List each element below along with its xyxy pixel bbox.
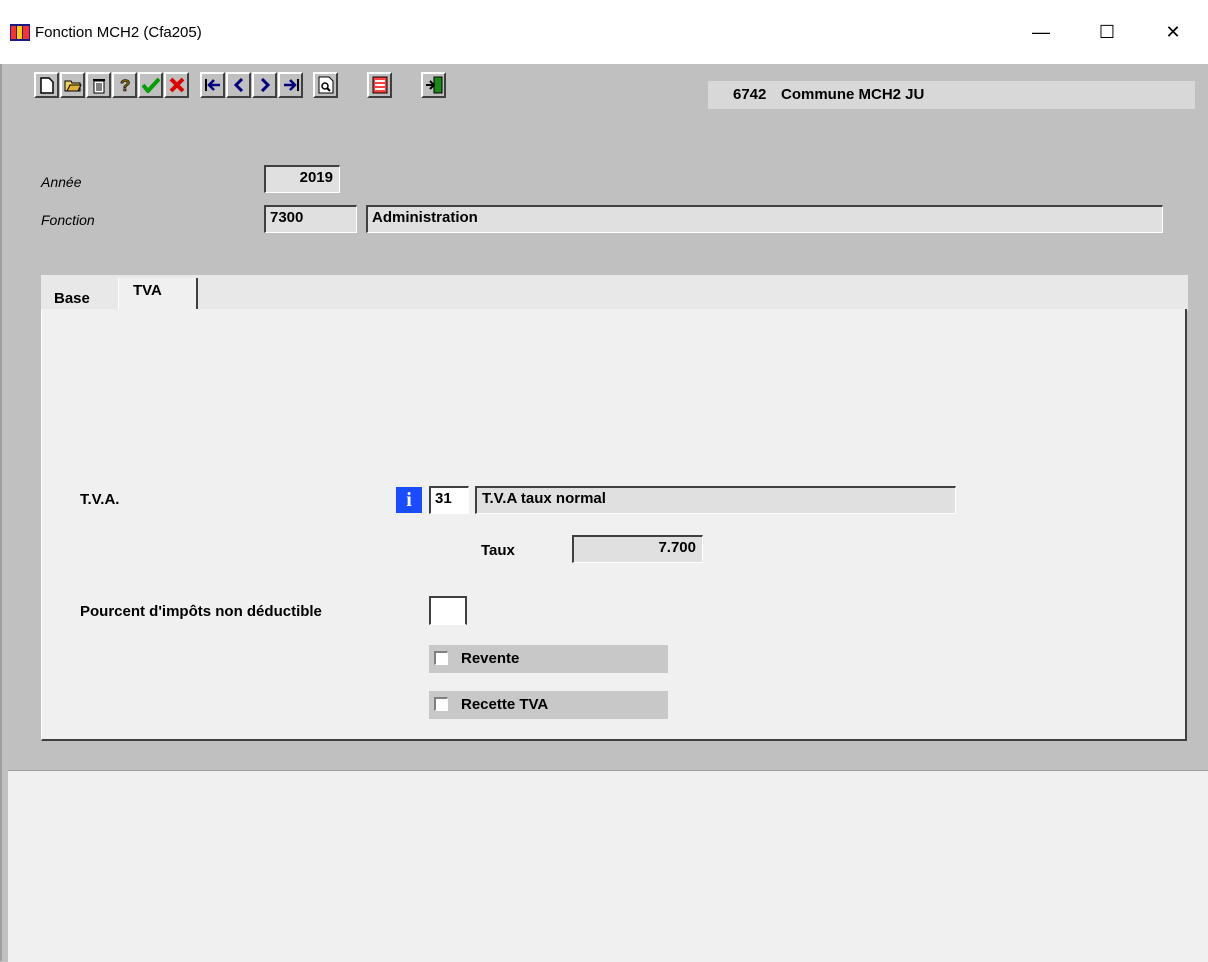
taux-field: 7.700 bbox=[572, 535, 703, 563]
cancel-icon bbox=[169, 77, 184, 93]
validate-icon bbox=[141, 77, 160, 93]
previous-record-button[interactable] bbox=[226, 72, 251, 98]
tab-strip bbox=[41, 275, 1188, 311]
print-icon bbox=[372, 76, 387, 94]
svg-text:?: ? bbox=[120, 76, 130, 94]
fonction-name-field: Administration bbox=[366, 205, 1163, 233]
window-title: Fonction MCH2 (Cfa205) bbox=[35, 24, 202, 41]
tva-label: T.V.A. bbox=[80, 491, 120, 508]
first-record-icon bbox=[204, 79, 220, 91]
validate-button[interactable] bbox=[138, 72, 163, 98]
tva-name-field: T.V.A taux normal bbox=[475, 486, 956, 514]
title-bar: Fonction MCH2 (Cfa205) — ☐ ✕ bbox=[0, 0, 1208, 64]
help-button[interactable]: ? bbox=[112, 72, 137, 98]
cancel-button[interactable] bbox=[164, 72, 189, 98]
tab-tva-label[interactable]: TVA bbox=[133, 282, 162, 299]
exit-icon bbox=[425, 76, 442, 94]
minimize-button[interactable]: — bbox=[1018, 14, 1064, 50]
revente-checkbox[interactable] bbox=[434, 651, 448, 665]
new-icon bbox=[39, 76, 54, 94]
annee-field[interactable]: 2019 bbox=[264, 165, 340, 193]
pourcent-label: Pourcent d'impôts non déductible bbox=[80, 603, 322, 620]
commune-code: 6742 bbox=[733, 86, 767, 103]
delete-button[interactable] bbox=[86, 72, 111, 98]
print-button[interactable] bbox=[367, 72, 392, 98]
open-button[interactable] bbox=[60, 72, 85, 98]
close-button[interactable]: ✕ bbox=[1150, 14, 1196, 50]
fonction-code-field[interactable]: 7300 bbox=[264, 205, 357, 233]
recette-tva-checkbox[interactable] bbox=[434, 697, 448, 711]
status-bar bbox=[8, 770, 1208, 962]
revente-row[interactable]: Revente bbox=[429, 645, 668, 673]
tab-base[interactable]: Base bbox=[54, 290, 90, 307]
tva-code-field[interactable]: 31 bbox=[429, 486, 469, 514]
next-record-button[interactable] bbox=[252, 72, 277, 98]
recette-tva-label: Recette TVA bbox=[461, 696, 549, 713]
recette-tva-row[interactable]: Recette TVA bbox=[429, 691, 668, 719]
taux-label: Taux bbox=[481, 542, 515, 559]
preview-button[interactable] bbox=[313, 72, 338, 98]
exit-button[interactable] bbox=[421, 72, 446, 98]
pourcent-field[interactable] bbox=[429, 596, 467, 625]
tva-panel bbox=[41, 309, 1187, 741]
annee-label: Année bbox=[41, 174, 82, 190]
previous-record-icon bbox=[233, 78, 243, 92]
new-button[interactable] bbox=[34, 72, 59, 98]
fonction-label: Fonction bbox=[41, 212, 95, 228]
help-icon: ? bbox=[119, 76, 130, 94]
next-record-icon bbox=[260, 78, 270, 92]
last-record-icon bbox=[283, 79, 299, 91]
info-icon[interactable]: i bbox=[396, 487, 422, 513]
app-logo-icon bbox=[10, 24, 30, 41]
maximize-button[interactable]: ☐ bbox=[1084, 14, 1130, 50]
commune-name: Commune MCH2 JU bbox=[781, 86, 925, 103]
revente-label: Revente bbox=[461, 650, 520, 667]
open-icon bbox=[64, 80, 82, 92]
preview-icon bbox=[318, 76, 333, 94]
last-record-button[interactable] bbox=[278, 72, 303, 98]
window-border bbox=[0, 64, 2, 961]
delete-icon bbox=[92, 78, 105, 93]
first-record-button[interactable] bbox=[200, 72, 225, 98]
